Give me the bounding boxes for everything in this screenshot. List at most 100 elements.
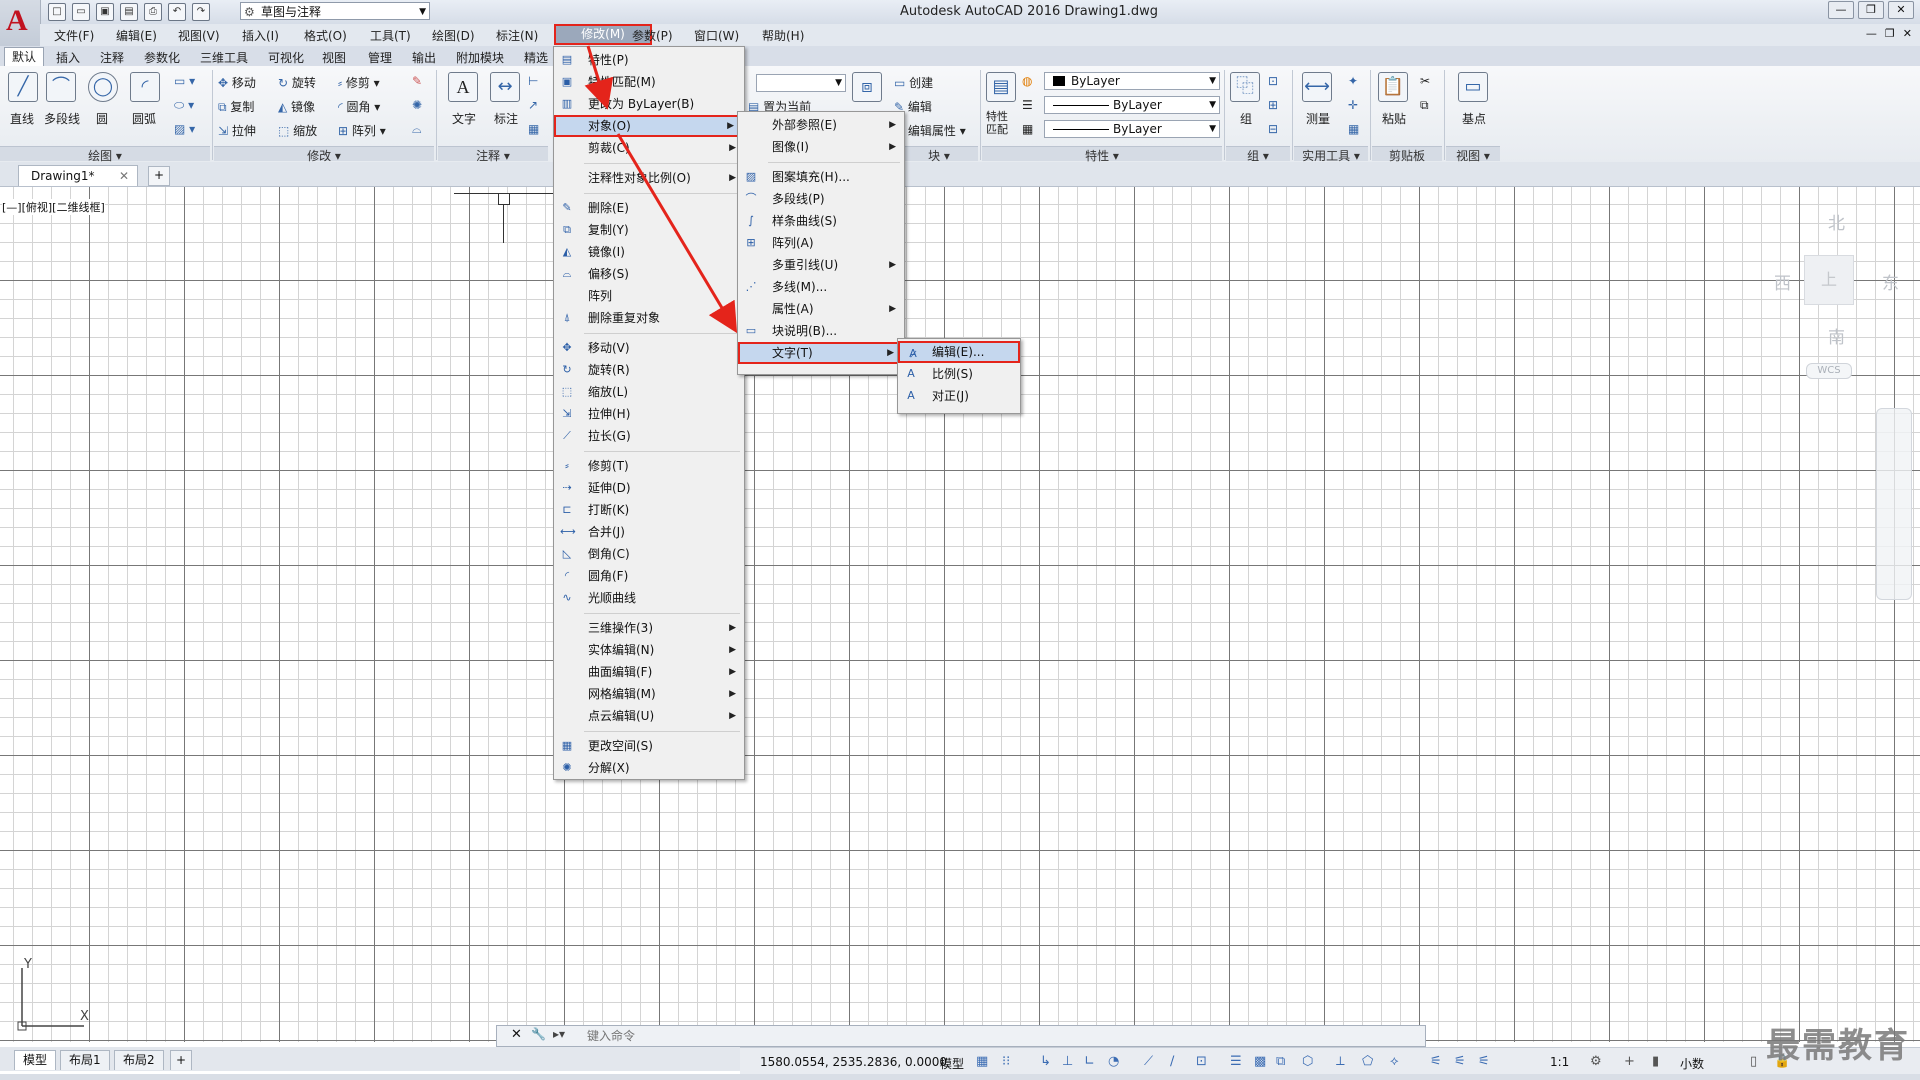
close-icon[interactable]: ✕ [511,1027,522,1042]
line-icon[interactable]: ╱ [8,72,38,102]
modify_menu-item-29[interactable]: ▦ 更改空间(S) [554,735,744,757]
menu-insert[interactable]: 插入(I) [242,27,279,44]
object_menu-item-5[interactable]: ⊞ 阵列(A) [738,232,904,254]
tab-drawing1[interactable]: Drawing1* ✕ [18,165,138,186]
tab-manage[interactable]: 管理 [368,49,392,66]
tab-featured[interactable]: 精选 [524,49,548,66]
layer-select[interactable]: ▼ [756,74,846,92]
quick-properties-icon[interactable]: ▯ [1750,1054,1757,1069]
doc-restore-button[interactable]: ❐ [1885,27,1895,40]
object_menu-item-2[interactable]: ▨ 图案填充(H)... [738,166,904,188]
print-icon[interactable]: ⎙ [144,3,162,21]
erase-icon[interactable]: ✎ [412,74,422,88]
menu-view[interactable]: 视图(V) [178,27,220,44]
tab-output[interactable]: 输出 [412,49,436,66]
object_menu-item-1[interactable]: 图像(I) ▶ [738,136,904,158]
group-edit-icon[interactable]: ⊞ [1268,98,1278,112]
move-button[interactable]: ✥ 移动 [218,74,256,91]
panel-title-clipboard[interactable]: 剪贴板 [1372,146,1442,163]
panel-title-utilities[interactable]: 实用工具 ▾ [1294,146,1368,163]
multileader-icon[interactable]: ↗ [528,98,538,112]
gear-icon[interactable]: ⚙ [1590,1054,1602,1069]
modify_menu-item-14[interactable]: ⬚ 缩放(L) [554,381,744,403]
modify_menu-item-23[interactable]: ∿ 光顺曲线 [554,587,744,609]
group-select-icon[interactable]: ⊟ [1268,122,1278,136]
color-wheel-icon[interactable]: ◍ [1022,74,1032,88]
linetype-icon[interactable]: ☰ [1022,98,1033,112]
drawing-area[interactable] [0,187,1920,1042]
paste-button[interactable]: 粘贴 [1382,110,1406,127]
dynamic-ucs-icon[interactable]: ⟂ [1336,1054,1345,1069]
modify_menu-item-15[interactable]: ⇲ 拉伸(H) [554,403,744,425]
create-block-button[interactable]: ▭ 创建 [894,74,933,91]
viewport-controls[interactable]: [—][俯视][二维线框] [2,199,105,215]
modify_menu-item-26[interactable]: 曲面编辑(F) ▶ [554,661,744,683]
object_menu-item-3[interactable]: ⌒ 多段线(P) [738,188,904,210]
modify_menu-item-18[interactable]: ⇢ 延伸(D) [554,477,744,499]
tab-insert[interactable]: 插入 [56,49,80,66]
customize-icon[interactable]: 🔧 [531,1027,546,1041]
lineweight-icon[interactable]: ▦ [1022,122,1033,136]
restore-button[interactable]: ❐ [1858,1,1884,19]
new-tab-button[interactable]: + [148,166,170,186]
rotate-button[interactable]: ↻ 旋转 [278,74,316,91]
object_menu-item-6[interactable]: 多重引线(U) ▶ [738,254,904,276]
match-properties-button[interactable]: 特性匹配 [986,110,1014,136]
lineweight-select[interactable]: ByLayer ▼ [1044,120,1220,138]
arc-icon[interactable]: ◜ [130,72,160,102]
modify_menu-item-30[interactable]: ✺ 分解(X) [554,757,744,779]
add-layout-button[interactable]: + [170,1050,193,1070]
doc-minimize-button[interactable]: — [1866,27,1877,40]
close-button[interactable]: ✕ [1888,1,1914,19]
paste-icon[interactable]: 📋 [1378,72,1408,102]
panel-title-modify[interactable]: 修改 ▾ [214,146,434,163]
modify_menu-item-16[interactable]: ⟋ 拉长(G) [554,425,744,447]
save-icon[interactable]: ▣ [96,3,114,21]
stretch-button[interactable]: ⇲ 拉伸 [218,122,256,139]
tab-layout1[interactable]: 布局1 [60,1050,110,1070]
text_menu-item-2[interactable]: A 对正(J) [898,385,1020,407]
dynamic-input-icon[interactable]: ⊥ [1062,1054,1073,1069]
modify_menu-item-11[interactable]: ⍋ 删除重复对象 [554,307,744,329]
dimension-icon[interactable]: ↔ [490,72,520,102]
selection-cycling-icon[interactable]: ⧉ [1276,1054,1285,1069]
insert-block-icon[interactable]: ⧈ [852,72,882,102]
menu-dimension[interactable]: 标注(N) [496,27,538,44]
menu-draw[interactable]: 绘图(D) [432,27,475,44]
application-menu-button[interactable]: A [0,0,41,46]
plus-icon[interactable]: + [1624,1054,1635,1069]
modify_menu-item-12[interactable]: ✥ 移动(V) [554,337,744,359]
workspace-select[interactable]: ⚙ 草图与注释 ▼ [240,2,430,20]
wcs-menu[interactable]: WCS [1806,363,1852,379]
modify_menu-item-6[interactable]: ✎ 删除(E) [554,197,744,219]
annotation-scale-select[interactable]: 1:1 [1550,1055,1569,1069]
circle-button[interactable]: 圆 [96,110,108,127]
isodraft-icon[interactable]: ⟋ [1144,1054,1153,1069]
viewcube-north[interactable]: 北 [1828,209,1845,234]
coordinates-readout[interactable]: 1580.0554, 2535.2836, 0.0000 [760,1055,947,1069]
measure-icon[interactable]: ⟷ [1302,72,1332,102]
object_menu-item-8[interactable]: 属性(A) ▶ [738,298,904,320]
modify_menu-item-25[interactable]: 实体编辑(N) ▶ [554,639,744,661]
tab-3d-tools[interactable]: 三维工具 [200,49,248,66]
modify_menu-item-8[interactable]: ◭ 镜像(I) [554,241,744,263]
rectangle-icon[interactable]: ▭ ▾ [174,74,195,88]
object_menu-item-10[interactable]: 文字(T) ▶ [738,342,904,364]
model-space-toggle[interactable]: 模型 [940,1055,964,1072]
modify_menu-item-9[interactable]: ⌓ 偏移(S) [554,263,744,285]
modify_menu-item-28[interactable]: 点云编辑(U) ▶ [554,705,744,727]
modify_menu-item-7[interactable]: ⧉ 复制(Y) [554,219,744,241]
panel-title-view[interactable]: 视图 ▾ [1446,146,1500,163]
annotation-visibility-icon[interactable]: ⚟ [1430,1054,1442,1069]
modify_menu-item-24[interactable]: 三维操作(3) ▶ [554,617,744,639]
viewcube-west[interactable]: 西 [1774,269,1791,294]
3d-osnap-icon[interactable]: ⬡ [1302,1054,1313,1069]
arc-button[interactable]: 圆弧 [132,110,156,127]
fillet-button[interactable]: ◜ 圆角 ▾ [338,98,380,115]
tab-default[interactable]: 默认 [4,47,44,67]
modify_menu-item-10[interactable]: 阵列 [554,285,744,307]
modify_menu-item-19[interactable]: ⊏ 打断(K) [554,499,744,521]
copy-button[interactable]: ⧉ 复制 [218,98,254,115]
hatch-icon[interactable]: ▨ ▾ [174,122,195,136]
doc-close-button[interactable]: ✕ [1903,27,1912,40]
